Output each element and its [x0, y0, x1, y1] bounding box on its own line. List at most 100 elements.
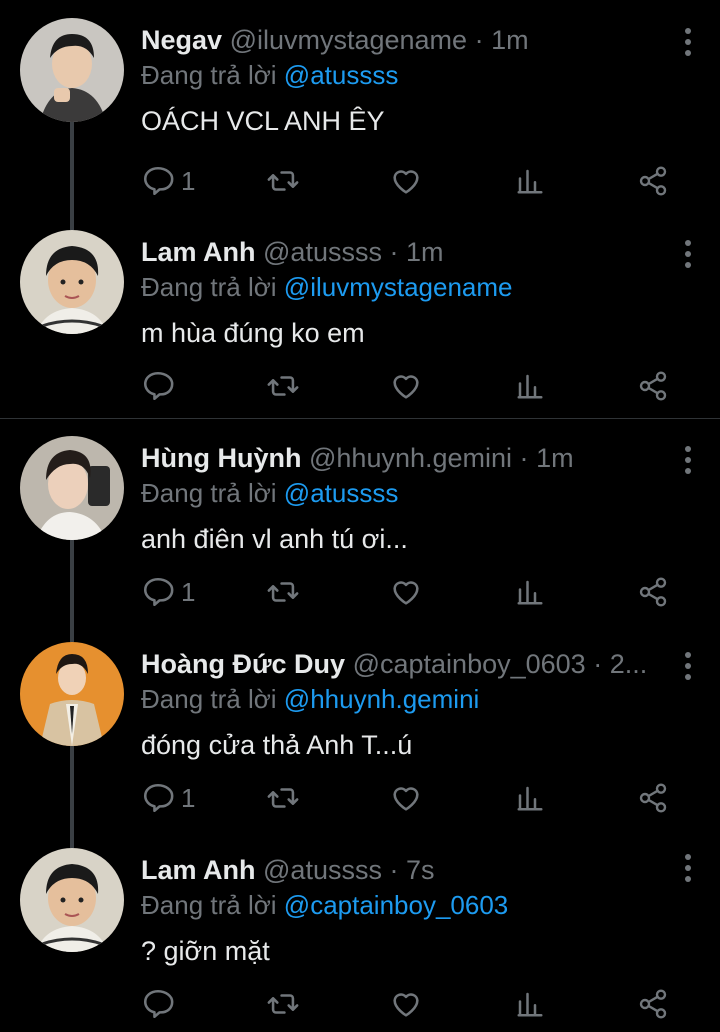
tweet-header: Hùng Huỳnh @hhuynh.gemini · 1m	[141, 443, 574, 473]
like-button[interactable]	[389, 366, 423, 406]
tweet-header: Hoàng Đức Duy @captainboy_0603 · 2...	[141, 649, 648, 679]
reply-prefix: Đang trả lời	[141, 60, 277, 90]
retweet-icon	[267, 171, 299, 191]
analytics-button[interactable]	[515, 572, 545, 612]
like-button[interactable]	[389, 572, 423, 612]
retweet-button[interactable]	[265, 366, 301, 406]
action-bar	[141, 984, 681, 1024]
like-icon	[393, 787, 419, 811]
mention-link[interactable]: @hhuynh.gemini	[284, 684, 480, 714]
retweet-button[interactable]	[265, 572, 301, 612]
user-handle[interactable]: @captainboy_0603	[353, 649, 586, 679]
avatar[interactable]	[20, 230, 124, 334]
user-handle[interactable]: @iluvmystagename	[230, 25, 468, 55]
reply-button[interactable]	[141, 366, 181, 406]
share-button[interactable]	[637, 161, 669, 201]
retweet-icon	[267, 582, 299, 602]
reply-prefix: Đang trả lời	[141, 272, 277, 302]
retweet-button[interactable]	[265, 984, 301, 1024]
like-button[interactable]	[389, 161, 423, 201]
mention-link[interactable]: @iluvmystagename	[284, 272, 513, 302]
avatar[interactable]	[20, 436, 124, 540]
display-name[interactable]: Lam Anh	[141, 237, 256, 267]
action-bar: 1	[141, 778, 681, 818]
analytics-button[interactable]	[515, 161, 545, 201]
like-button[interactable]	[389, 984, 423, 1024]
more-icon[interactable]	[682, 652, 692, 680]
user-handle[interactable]: @atussss	[263, 237, 382, 267]
display-name[interactable]: Lam Anh	[141, 855, 256, 885]
tweet-text: đóng cửa thả Anh T...ú	[141, 730, 413, 760]
reply-button[interactable]	[141, 984, 181, 1024]
display-name[interactable]: Negav	[141, 25, 222, 55]
share-icon	[639, 371, 667, 401]
more-icon[interactable]	[682, 28, 692, 56]
share-icon	[639, 577, 667, 607]
replying-to: Đang trả lời @hhuynh.gemini	[141, 682, 668, 716]
share-icon	[639, 989, 667, 1019]
replying-to: Đang trả lời @captainboy_0603	[141, 888, 668, 922]
tweet-header: Lam Anh @atussss · 1m	[141, 237, 444, 267]
reply-count: 1	[181, 576, 196, 607]
share-icon	[639, 166, 667, 196]
more-icon[interactable]	[682, 854, 692, 882]
more-icon[interactable]	[682, 240, 692, 268]
tweet[interactable]: Lam Anh @atussss · 7s Đang trả lời @capt…	[0, 824, 720, 1032]
avatar[interactable]	[20, 18, 124, 122]
reply-button[interactable]: 1	[141, 572, 195, 612]
tweet[interactable]: Lam Anh @atussss · 1m Đang trả lời @iluv…	[0, 206, 720, 418]
mention-link[interactable]: @captainboy_0603	[284, 890, 508, 920]
analytics-button[interactable]	[515, 366, 545, 406]
more-icon[interactable]	[682, 446, 692, 474]
avatar[interactable]	[20, 848, 124, 952]
action-bar	[141, 366, 681, 406]
mention-link[interactable]: @atussss	[284, 60, 399, 90]
reply-button[interactable]: 1	[141, 778, 195, 818]
tweet-header: Lam Anh @atussss · 7s	[141, 855, 435, 885]
analytics-icon	[517, 169, 543, 194]
display-name[interactable]: Hoàng Đức Duy	[141, 649, 345, 679]
like-button[interactable]	[389, 778, 423, 818]
tweet[interactable]: Negav @iluvmystagename · 1m Đang trả lời…	[0, 0, 720, 206]
like-icon	[393, 993, 419, 1017]
tweet[interactable]: Hùng Huỳnh @hhuynh.gemini · 1m Đang trả …	[0, 412, 720, 618]
retweet-icon	[267, 788, 299, 808]
reply-count: 1	[181, 165, 196, 196]
avatar[interactable]	[20, 642, 124, 746]
share-button[interactable]	[637, 366, 669, 406]
reply-count: 1	[181, 782, 196, 813]
retweet-button[interactable]	[265, 161, 301, 201]
tweet-header: Negav @iluvmystagename · 1m	[141, 25, 529, 55]
like-icon	[393, 375, 419, 399]
timestamp[interactable]: 2...	[610, 649, 648, 679]
timestamp[interactable]: 1m	[536, 443, 574, 473]
tweet-text: anh điên vl anh tú ơi...	[141, 524, 408, 554]
tweet-text: ? giỡn mặt	[141, 936, 270, 966]
analytics-button[interactable]	[515, 984, 545, 1024]
like-icon	[393, 170, 419, 194]
user-handle[interactable]: @atussss	[263, 855, 382, 885]
analytics-icon	[517, 580, 543, 605]
reply-button[interactable]: 1	[141, 161, 195, 201]
tweet-text: m hùa đúng ko em	[141, 318, 365, 348]
timestamp[interactable]: 7s	[406, 855, 435, 885]
analytics-button[interactable]	[515, 778, 545, 818]
share-button[interactable]	[637, 984, 669, 1024]
action-bar: 1	[141, 161, 681, 201]
retweet-button[interactable]	[265, 778, 301, 818]
reply-icon	[143, 371, 174, 401]
replying-to: Đang trả lời @iluvmystagename	[141, 270, 668, 304]
timestamp[interactable]: 1m	[491, 25, 529, 55]
like-icon	[393, 581, 419, 605]
share-button[interactable]	[637, 778, 669, 818]
retweet-icon	[267, 376, 299, 396]
display-name[interactable]: Hùng Huỳnh	[141, 443, 301, 473]
reply-prefix: Đang trả lời	[141, 478, 277, 508]
mention-link[interactable]: @atussss	[284, 478, 399, 508]
action-bar: 1	[141, 572, 681, 612]
timestamp[interactable]: 1m	[406, 237, 444, 267]
user-handle[interactable]: @hhuynh.gemini	[309, 443, 512, 473]
share-button[interactable]	[637, 572, 669, 612]
tweet[interactable]: Hoàng Đức Duy @captainboy_0603 · 2... Đa…	[0, 618, 720, 824]
reply-prefix: Đang trả lời	[141, 684, 277, 714]
